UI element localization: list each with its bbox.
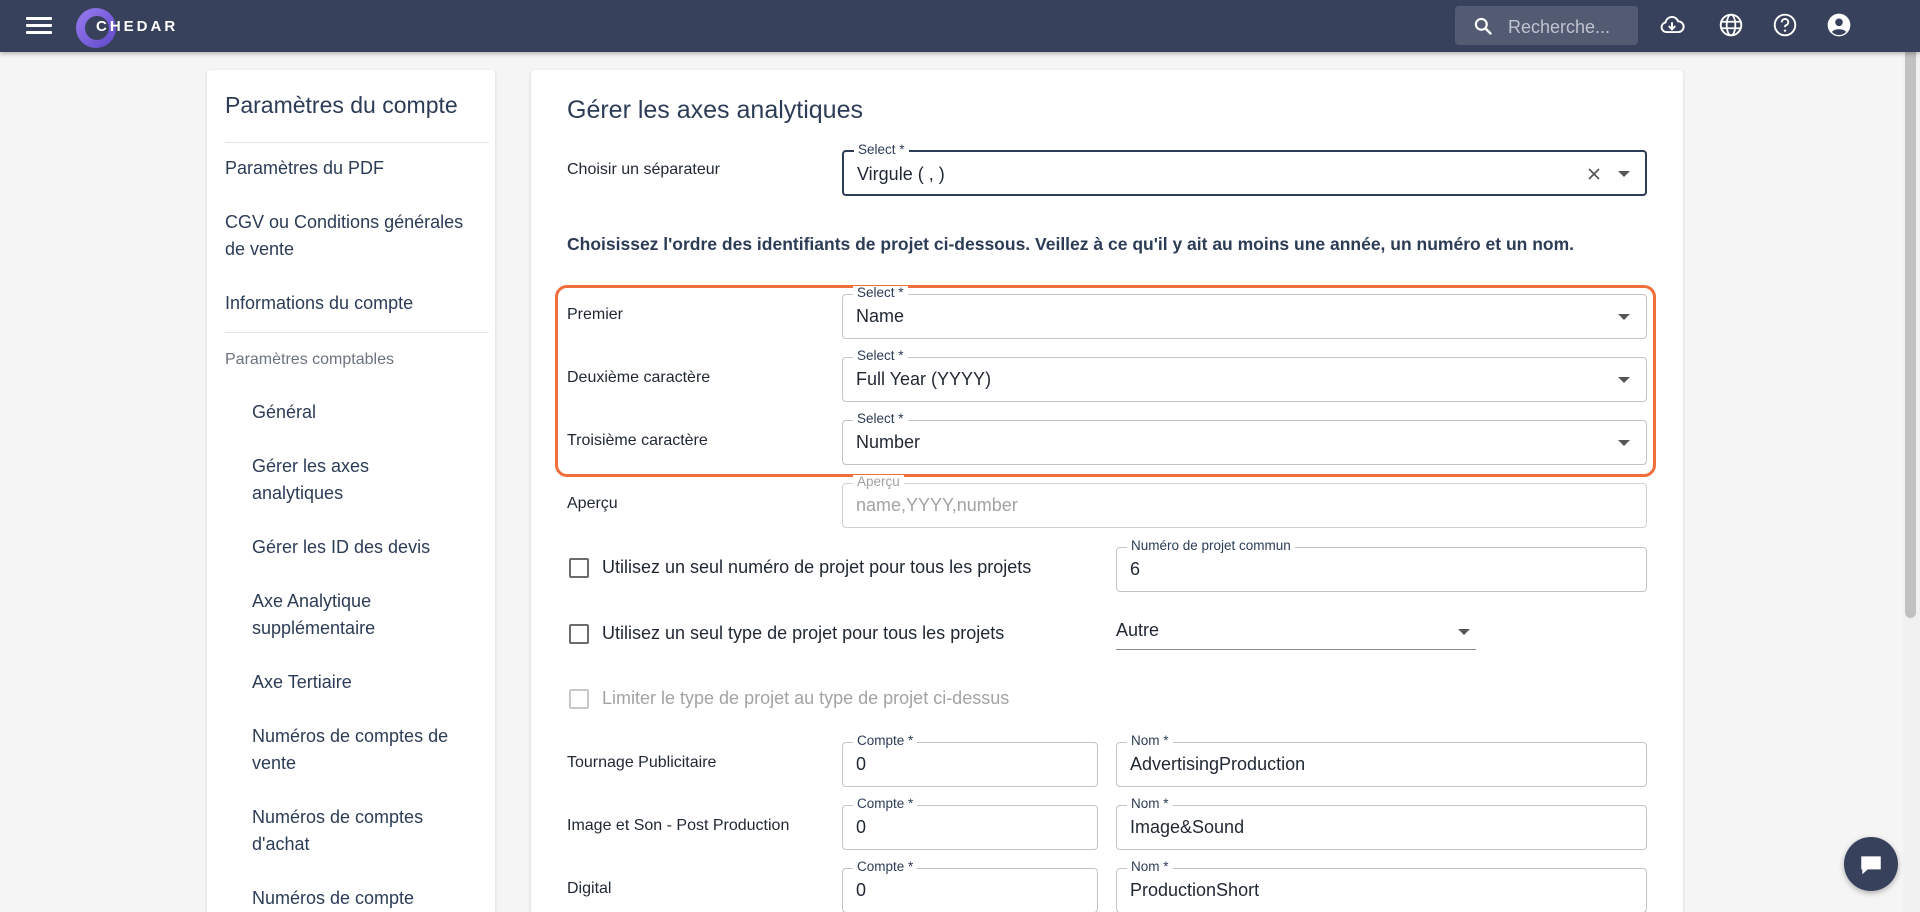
sidebar-item-accounts[interactable]: Numéros de compte <box>252 885 452 912</box>
sidebar-item-quote-ids[interactable]: Gérer les ID des devis <box>252 534 452 561</box>
field-legend: Nom * <box>1127 734 1173 748</box>
analytic-axes-card: Gérer les axes analytiques Choisir un sé… <box>531 70 1683 912</box>
chat-button[interactable] <box>1844 837 1898 891</box>
sidebar-item-tertiary-axis[interactable]: Axe Tertiaire <box>252 669 452 696</box>
field-legend: Select * <box>854 143 909 157</box>
compte-field-2[interactable]: Compte * 0 <box>842 797 1098 850</box>
project-type-label-2: Image et Son - Post Production <box>567 817 790 834</box>
project-type-select[interactable]: Autre <box>1116 612 1476 650</box>
sidebar-item-general[interactable]: Général <box>252 399 452 426</box>
second-select[interactable]: Select * Full Year (YYYY) <box>842 349 1647 402</box>
limit-type-label: Limiter le type de projet au type de pro… <box>602 688 1010 708</box>
search-placeholder: Recherche... <box>1508 17 1611 37</box>
app-logo[interactable]: CHEDAR <box>76 4 206 48</box>
nom-value-2: Image&Sound <box>1130 817 1245 837</box>
field-legend: Select * <box>853 286 908 300</box>
logo-text: CHEDAR <box>96 18 179 35</box>
second-label: Deuxième caractère <box>567 369 711 386</box>
search-icon <box>1474 17 1492 35</box>
limit-type-checkbox[interactable] <box>569 689 589 709</box>
search-input[interactable]: Recherche... <box>1455 6 1638 45</box>
sidebar-item-pdf[interactable]: Paramètres du PDF <box>225 155 475 182</box>
project-type-value: Autre <box>1116 620 1160 640</box>
chevron-down-icon[interactable] <box>1618 377 1630 383</box>
chevron-down-icon[interactable] <box>1618 314 1630 320</box>
third-select[interactable]: Select * Number <box>842 412 1647 465</box>
preview-label: Aperçu <box>567 495 618 512</box>
instruction-text: Choisissez l'ordre des identifiants de p… <box>567 234 1575 254</box>
compte-value-3: 0 <box>856 880 867 900</box>
sidebar-section-accounting: Paramètres comptables <box>225 351 394 368</box>
preview-field: Aperçu name,YYYY,number <box>842 475 1647 528</box>
compte-field-1[interactable]: Compte * 0 <box>842 734 1098 787</box>
divider <box>225 142 489 143</box>
page-title: Gérer les axes analytiques <box>567 96 863 124</box>
single-type-checkbox[interactable] <box>569 624 589 644</box>
field-legend: Nom * <box>1127 860 1173 874</box>
single-number-checkbox[interactable] <box>569 558 589 578</box>
clear-icon[interactable] <box>1584 164 1604 184</box>
scrollbar-thumb[interactable] <box>1905 48 1916 618</box>
second-value: Full Year (YYYY) <box>856 369 992 389</box>
project-type-label-3: Digital <box>567 880 612 897</box>
separator-label: Choisir un séparateur <box>567 161 720 178</box>
account-icon[interactable] <box>1826 12 1852 38</box>
chevron-down-icon[interactable] <box>1618 171 1630 177</box>
common-project-number-field[interactable]: Numéro de projet commun 6 <box>1116 539 1647 592</box>
field-legend: Compte * <box>853 797 918 811</box>
third-label: Troisième caractère <box>567 432 708 449</box>
project-type-label-1: Tournage Publicitaire <box>567 754 717 771</box>
first-value: Name <box>856 306 905 326</box>
nom-value-3: ProductionShort <box>1130 880 1260 900</box>
separator-select[interactable]: Select * Virgule ( , ) <box>842 143 1647 196</box>
field-legend: Aperçu <box>853 475 904 489</box>
nom-value-1: AdvertisingProduction <box>1130 754 1306 774</box>
field-legend: Compte * <box>853 734 918 748</box>
field-legend: Compte * <box>853 860 918 874</box>
divider <box>225 332 489 333</box>
sidebar-title: Paramètres du compte <box>225 92 458 118</box>
settings-sidebar: Paramètres du compte Paramètres du PDF C… <box>207 70 495 912</box>
nom-field-2[interactable]: Nom * Image&Sound <box>1116 797 1647 850</box>
chevron-down-icon[interactable] <box>1458 629 1470 635</box>
sidebar-item-analytic-axes[interactable]: Gérer les axes analytiques <box>252 453 452 507</box>
common-project-number-value: 6 <box>1130 559 1141 579</box>
sidebar-item-purchase-accounts[interactable]: Numéros de comptes d'achat <box>252 804 452 858</box>
cloud-download-icon[interactable] <box>1659 12 1685 38</box>
single-number-label: Utilisez un seul numéro de projet pour t… <box>602 557 1032 577</box>
field-legend: Select * <box>853 349 908 363</box>
menu-icon[interactable] <box>26 14 52 38</box>
third-value: Number <box>856 432 921 452</box>
sidebar-item-sales-accounts[interactable]: Numéros de comptes de vente <box>252 723 452 777</box>
first-label: Premier <box>567 306 624 323</box>
sidebar-item-account-info[interactable]: Informations du compte <box>225 290 475 317</box>
chat-icon <box>1861 856 1881 875</box>
single-type-label: Utilisez un seul type de projet pour tou… <box>602 623 1005 643</box>
help-icon[interactable] <box>1772 12 1798 38</box>
field-legend: Numéro de projet commun <box>1127 539 1295 553</box>
field-legend: Nom * <box>1127 797 1173 811</box>
preview-value: name,YYYY,number <box>856 495 1018 515</box>
nom-field-3[interactable]: Nom * ProductionShort <box>1116 860 1647 912</box>
compte-value-2: 0 <box>856 817 867 837</box>
sidebar-item-extra-axis[interactable]: Axe Analytique supplémentaire <box>252 588 452 642</box>
compte-field-3[interactable]: Compte * 0 <box>842 860 1098 912</box>
compte-value-1: 0 <box>856 754 867 774</box>
separator-value: Virgule ( , ) <box>857 164 945 184</box>
globe-icon[interactable] <box>1718 12 1744 38</box>
chevron-down-icon[interactable] <box>1618 440 1630 446</box>
first-select[interactable]: Select * Name <box>842 286 1647 339</box>
field-legend: Select * <box>853 412 908 426</box>
top-app-bar: CHEDAR Recherche... <box>0 0 1920 52</box>
nom-field-1[interactable]: Nom * AdvertisingProduction <box>1116 734 1647 787</box>
sidebar-item-cgv[interactable]: CGV ou Conditions générales de vente <box>225 209 475 263</box>
